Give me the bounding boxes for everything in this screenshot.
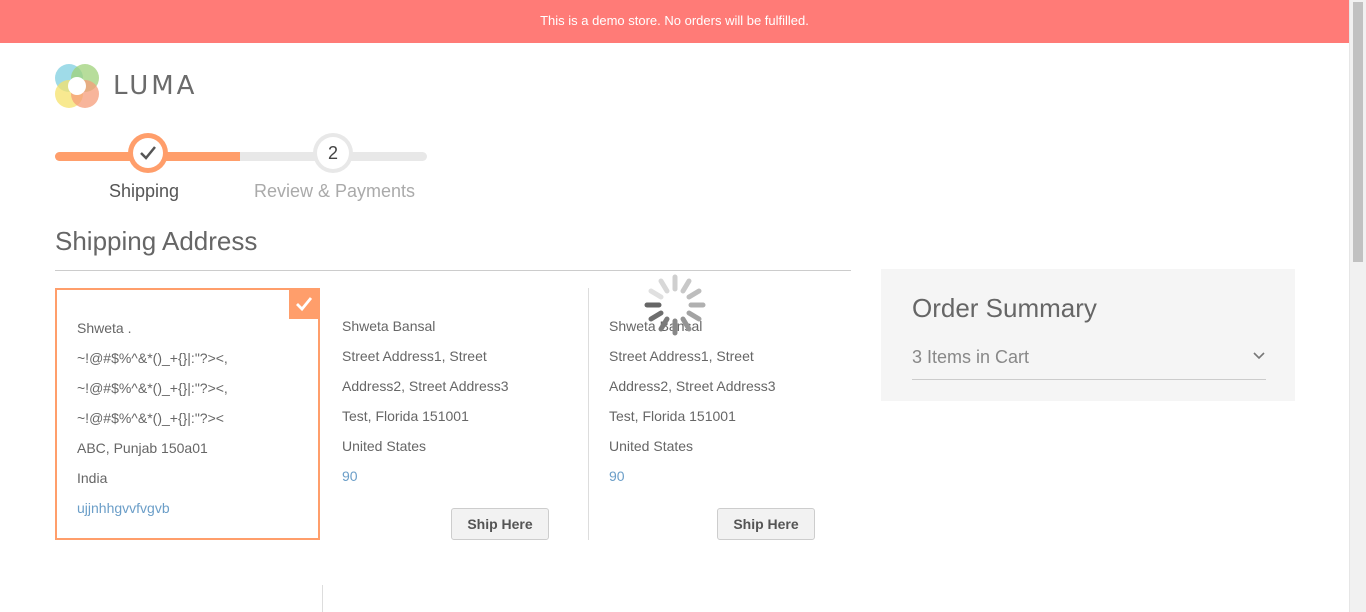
- ship-here-button[interactable]: Ship Here: [451, 508, 549, 540]
- scrollbar-thumb[interactable]: [1353, 2, 1363, 262]
- shipping-address-card-selected[interactable]: Shweta . ~!@#$%^&*()_+{}|:"?><, ~!@#$%^&…: [55, 288, 320, 540]
- checkmark-icon: [296, 297, 313, 312]
- address-phone-link[interactable]: ujjnhhgvvfvgvb: [77, 493, 318, 523]
- summary-divider: [912, 379, 1266, 380]
- step-review-indicator: 2: [313, 133, 353, 173]
- page-scrollbar[interactable]: [1349, 0, 1366, 612]
- shipping-address-card: Shweta Bansal Street Address1, Street Ad…: [320, 288, 588, 540]
- address-line: Street Address1, Street: [609, 348, 754, 364]
- address-line: ~!@#$%^&*()_+{}|:"?><,: [77, 380, 228, 396]
- address-line: Test, Florida 151001: [342, 408, 469, 424]
- address-line: ABC, Punjab 150a01: [77, 440, 208, 456]
- selected-check-badge: [289, 289, 319, 319]
- address-line: India: [77, 470, 108, 486]
- step-number: 2: [317, 137, 349, 169]
- address-phone-link[interactable]: 90: [342, 461, 588, 491]
- shipping-address-title: Shipping Address: [55, 226, 258, 256]
- address-line: ~!@#$%^&*()_+{}|:"?><: [77, 410, 224, 426]
- order-summary-panel: Order Summary 3 Items in Cart: [881, 269, 1295, 401]
- logo-text: LUMA: [113, 71, 198, 101]
- checkmark-icon: [140, 146, 156, 160]
- shipping-address-card: Shweta Bansal Street Address1, Street Ad…: [588, 288, 851, 540]
- column-divider: [322, 585, 323, 612]
- ship-here-button[interactable]: Ship Here: [717, 508, 815, 540]
- demo-store-banner: This is a demo store. No orders will be …: [0, 0, 1349, 43]
- address-phone-link[interactable]: 90: [609, 461, 851, 491]
- step-shipping-indicator: [128, 133, 168, 173]
- spinner-icon: [644, 274, 706, 336]
- address-line: Street Address1, Street: [342, 348, 487, 364]
- address-line: United States: [342, 438, 427, 454]
- chevron-down-icon[interactable]: [1252, 349, 1266, 363]
- section-divider: [55, 270, 851, 271]
- address-line: Test, Florida 151001: [609, 408, 736, 424]
- address-line: Shweta .: [77, 320, 132, 336]
- address-line: United States: [609, 438, 694, 454]
- luma-logo-icon: [55, 64, 99, 108]
- address-line: Address2, Street Address3: [609, 378, 776, 394]
- step-review-label: Review & Payments: [254, 181, 416, 201]
- step-shipping-label: Shipping: [109, 181, 180, 201]
- address-line: Address2, Street Address3: [342, 378, 509, 394]
- demo-banner-text: This is a demo store. No orders will be …: [540, 13, 809, 28]
- address-line: ~!@#$%^&*()_+{}|:"?><,: [77, 350, 228, 366]
- order-summary-title: Order Summary: [912, 293, 1097, 323]
- store-logo[interactable]: LUMA: [55, 64, 197, 108]
- items-in-cart-toggle[interactable]: 3 Items in Cart: [912, 347, 1029, 368]
- checkout-progress-bar: 2 Shipping Review & Payments: [55, 133, 427, 213]
- address-line: Shweta Bansal: [342, 318, 436, 334]
